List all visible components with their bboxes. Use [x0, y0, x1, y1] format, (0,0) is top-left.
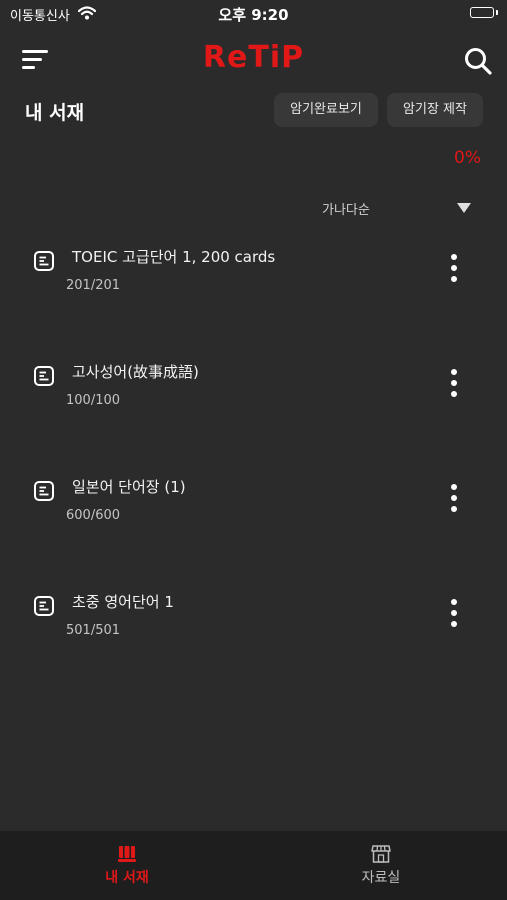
list-item-title: TOEIC 고급단어 1, 200 cards [72, 248, 276, 266]
more-vertical-icon[interactable] [444, 367, 464, 399]
store-icon [371, 845, 391, 863]
list-item-count: 501/501 [66, 623, 121, 638]
search-icon [465, 48, 492, 75]
list-item[interactable]: 초중 영어단어 1 501/501 [0, 585, 507, 665]
page-title: 내 서재 [25, 102, 85, 124]
list-item[interactable]: 고사성어(故事成語) 100/100 [0, 355, 507, 435]
more-vertical-icon[interactable] [444, 252, 464, 284]
list-item[interactable]: TOEIC 고급단어 1, 200 cards 201/201 [0, 240, 507, 320]
list-item[interactable]: 일본어 단어장 (1) 600/600 [0, 470, 507, 550]
list-item-title: 일본어 단어장 (1) [72, 478, 186, 496]
progress-percent: 0% [454, 148, 481, 168]
document-icon [34, 251, 54, 271]
sort-select[interactable]: 가나다순 [322, 199, 370, 218]
tab-label: 자료실 [361, 870, 401, 886]
status-bar: 이동통신사 오후 9:20 [0, 0, 507, 28]
document-icon [34, 481, 54, 501]
tab-my-shelf[interactable]: 내 서재 [64, 831, 190, 900]
tab-label: 내 서재 [105, 870, 149, 886]
list-item-title: 초중 영어단어 1 [72, 593, 174, 611]
search-button[interactable] [462, 45, 494, 77]
sort-triangle-icon[interactable] [457, 203, 471, 213]
list-item-count: 100/100 [66, 393, 121, 408]
tab-library[interactable]: 자료실 [318, 831, 444, 900]
document-icon [34, 596, 54, 616]
bookshelf-icon [118, 846, 136, 862]
more-vertical-icon[interactable] [444, 482, 464, 514]
list-item-count: 201/201 [66, 278, 121, 293]
battery-icon [470, 7, 494, 18]
status-time: 오후 9:20 [218, 6, 289, 24]
make-wordbook-button[interactable]: 암기장 제작 [387, 93, 483, 127]
app-logo: ReTiP [202, 40, 305, 75]
list-item-title: 고사성어(故事成語) [72, 363, 199, 381]
done-view-button[interactable]: 암기완료보기 [274, 93, 378, 127]
list-item-count: 600/600 [66, 508, 121, 523]
battery-cap [496, 10, 498, 15]
document-icon [34, 366, 54, 386]
tab-bar: 내 서재 자료실 [0, 831, 507, 900]
more-vertical-icon[interactable] [444, 597, 464, 629]
